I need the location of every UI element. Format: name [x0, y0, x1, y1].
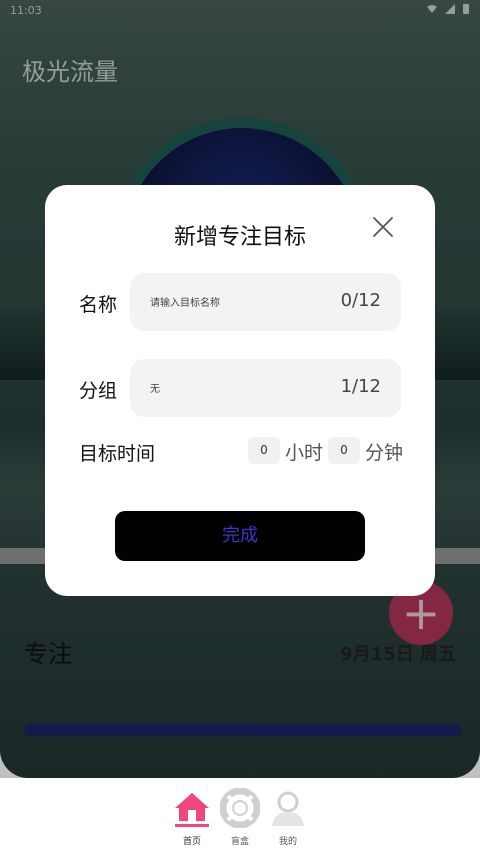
name-label: 名称: [79, 294, 118, 316]
group-label: 分组: [79, 380, 118, 402]
group-input[interactable]: 无 1/12: [130, 359, 401, 417]
nav-item-mine[interactable]: 我的: [268, 788, 308, 847]
hours-input[interactable]: 0: [248, 437, 280, 464]
name-char-count: 0/12: [340, 290, 381, 311]
minutes-unit-label: 分钟: [365, 442, 404, 464]
name-placeholder: 请输入目标名称: [150, 298, 220, 309]
target-time-label: 目标时间: [79, 443, 156, 465]
done-button[interactable]: 完成: [115, 511, 365, 561]
lifebuoy-icon: [219, 787, 261, 829]
nav-item-home[interactable]: 首页: [172, 788, 212, 847]
user-icon: [272, 791, 304, 826]
hours-unit-label: 小时: [285, 442, 324, 464]
group-value: 无: [150, 384, 160, 395]
bottom-nav: 首页 盲盒 我的: [0, 778, 480, 855]
nav-item-blindbox[interactable]: 盲盒: [219, 787, 261, 847]
add-focus-goal-dialog: 新增专注目标 名称 请输入目标名称 0/12 分组 无 1/12 目标时间 0 …: [45, 185, 435, 596]
nav-label-home: 首页: [182, 837, 201, 847]
close-icon[interactable]: [371, 215, 395, 239]
home-icon: [175, 793, 209, 827]
nav-label-mine: 我的: [278, 837, 297, 847]
group-char-count: 1/12: [340, 376, 381, 397]
name-input[interactable]: 请输入目标名称 0/12: [130, 273, 401, 331]
nav-label-blindbox: 盲盒: [230, 837, 249, 847]
minutes-input[interactable]: 0: [328, 437, 360, 464]
